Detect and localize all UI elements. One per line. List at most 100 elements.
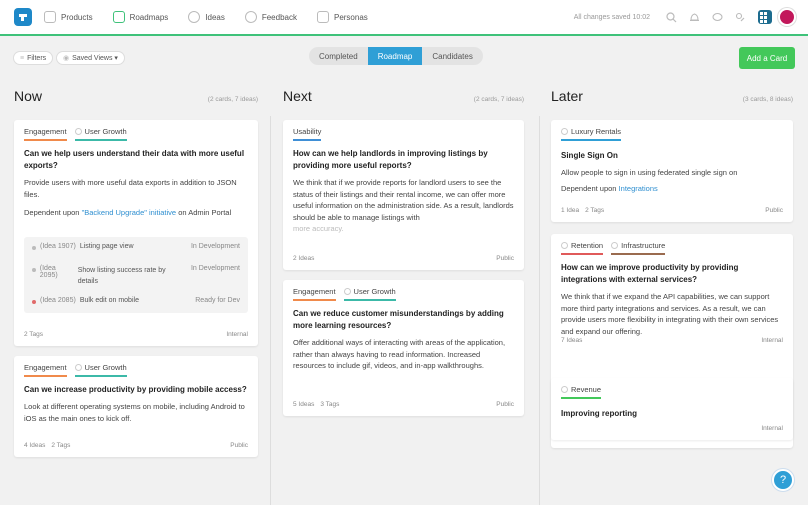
settings-icon[interactable] (734, 11, 747, 24)
bell-icon[interactable] (688, 11, 701, 24)
tag-user-growth[interactable]: User Growth (343, 287, 396, 301)
dependency-item[interactable]: (Idea 2095) Show listing success rate by… (32, 265, 182, 287)
tag-luxury-rentals[interactable]: Luxury Rentals (561, 127, 622, 141)
column-divider (539, 116, 540, 505)
nav-personas[interactable]: Personas (316, 11, 368, 23)
column-now: Now (2 cards, 7 ideas) Engagement User G… (14, 80, 258, 505)
nav-ideas-label: Ideas (205, 12, 225, 22)
persona-icon (561, 386, 568, 393)
idea-id: (Idea 2095) (39, 265, 58, 279)
card-tags: Engagement User Growth (293, 287, 396, 301)
saved-views-button[interactable]: ◉ Saved Views ▾ (56, 51, 125, 65)
card-description: Offer additional ways of interacting wit… (293, 338, 506, 370)
nav-feedback[interactable]: Feedback (244, 11, 297, 23)
segment-roadmap[interactable]: Roadmap (367, 47, 423, 65)
dependency-list: (Idea 1907) Listing page view In Develop… (24, 237, 248, 313)
card-dependency: Dependent upon Integrations (561, 183, 783, 195)
tag-user-growth[interactable]: User Growth (74, 363, 127, 377)
nav-personas-label: Personas (333, 12, 368, 22)
persona-icon (316, 11, 329, 23)
roadmap-card[interactable]: Engagement User Growth Can we help users… (14, 120, 258, 346)
status-dot (32, 300, 36, 304)
dependency-link[interactable]: Integrations (619, 184, 658, 193)
nav-ideas[interactable]: Ideas (188, 11, 225, 23)
roadmap-icon (112, 11, 125, 23)
tag-retention[interactable]: Retention (561, 241, 604, 255)
card-title: Single Sign On (561, 151, 618, 160)
dependency-suffix: on Admin Portal (176, 208, 232, 217)
tags-count: 2 Tags (585, 207, 605, 214)
tag-user-growth[interactable]: User Growth (74, 127, 127, 141)
filter-icon: ≡ (20, 54, 25, 62)
card-title: How can we help landlords in improving l… (293, 149, 488, 170)
tag-engagement[interactable]: Engagement (293, 287, 336, 301)
tag-label: Engagement (293, 287, 336, 296)
tag-usability[interactable]: Usability (293, 127, 322, 141)
tag-engagement[interactable]: Engagement (24, 363, 67, 377)
persona-icon (561, 128, 568, 135)
nav-roadmaps[interactable]: Roadmaps (112, 11, 168, 23)
card-footer: 2 Tags (24, 331, 43, 338)
card-title: How can we improve productivity by provi… (561, 263, 739, 284)
dependency-item[interactable]: (Idea 1907) Listing page view (32, 243, 134, 250)
status-dot (32, 246, 36, 250)
tag-label: Infrastructure (621, 241, 666, 250)
card-tags: Retention Infrastructure (561, 241, 666, 255)
avatar[interactable] (778, 8, 796, 26)
add-card-button[interactable]: Add a Card (739, 47, 795, 69)
nav-products[interactable]: Products (44, 11, 93, 23)
idea-name: Bulk edit on mobile (79, 297, 139, 304)
tag-revenue[interactable]: Revenue (561, 385, 602, 399)
apps-grid-icon[interactable] (758, 10, 772, 31)
lightbulb-icon (188, 11, 201, 23)
card-description-fade: more accuracy. (293, 224, 344, 233)
card-description: We think that if we expand the API capab… (561, 292, 779, 336)
card-description: We think that if we provide reports for … (293, 178, 514, 222)
card-footer: 4 Ideas 2 Tags (24, 442, 70, 449)
column-count: (3 cards, 8 ideas) (742, 96, 793, 103)
idea-status: In Development (190, 243, 240, 250)
idea-status: In Development (190, 265, 240, 272)
roadmap-card[interactable]: Revenue Improving reporting Internal (551, 378, 793, 440)
app-logo[interactable] (14, 8, 32, 26)
cube-icon (44, 11, 56, 23)
tag-label: Usability (293, 127, 322, 136)
tags-count: 2 Tags (51, 442, 71, 449)
filters-button[interactable]: ≡ Filters (13, 51, 54, 65)
search-icon[interactable] (665, 11, 678, 24)
roadmap-card[interactable]: Usability How can we help landlords in i… (283, 120, 524, 270)
card-title: Can we reduce customer misunderstandings… (293, 309, 504, 330)
dependency-item[interactable]: (Idea 2085) Bulk edit on mobile (32, 297, 139, 304)
persona-icon (74, 364, 82, 371)
column-count: (2 cards, 7 ideas) (207, 96, 258, 103)
card-footer: 5 Ideas 3 Tags (293, 401, 339, 408)
card-title: Improving reporting (561, 409, 637, 418)
dependency-prefix: Dependent upon (561, 184, 619, 193)
tag-infrastructure[interactable]: Infrastructure (611, 241, 666, 255)
card-tags: Engagement User Growth (24, 127, 127, 141)
message-icon[interactable] (711, 11, 724, 24)
persona-icon (74, 128, 82, 135)
roadmap-card[interactable]: Engagement User Growth Can we reduce cus… (283, 280, 524, 416)
roadmap-card[interactable]: Luxury Rentals Single Sign On Allow peop… (551, 120, 793, 222)
card-tags: Revenue (561, 385, 602, 399)
roadmap-card[interactable]: Engagement User Growth Can we increase p… (14, 356, 258, 457)
visibility-label: Public (230, 442, 248, 449)
ideas-count: 7 Ideas (561, 337, 583, 344)
filters-label: Filters (27, 54, 47, 62)
persona-icon (611, 242, 619, 249)
idea-name: Show listing success rate by details (77, 267, 166, 285)
tag-engagement[interactable]: Engagement (24, 127, 67, 141)
card-footer: 2 Ideas (293, 255, 314, 262)
segment-candidates[interactable]: Candidates (422, 47, 482, 65)
column-later: Later (3 cards, 8 ideas) Luxury Rentals … (551, 80, 793, 505)
card-dependency: Dependent upon "Backend Upgrade" initiat… (24, 207, 246, 219)
dependency-link[interactable]: "Backend Upgrade" initiative (82, 208, 177, 217)
card-description: Look at different operating systems on m… (24, 402, 245, 423)
column-count: (2 cards, 7 ideas) (473, 96, 524, 103)
help-button[interactable]: ? (772, 469, 794, 491)
segment-completed[interactable]: Completed (309, 47, 368, 65)
column-title: Next (283, 88, 312, 104)
visibility-label: Public (496, 255, 514, 262)
top-navigation: Products Roadmaps Ideas Feedback Persona… (0, 0, 808, 36)
